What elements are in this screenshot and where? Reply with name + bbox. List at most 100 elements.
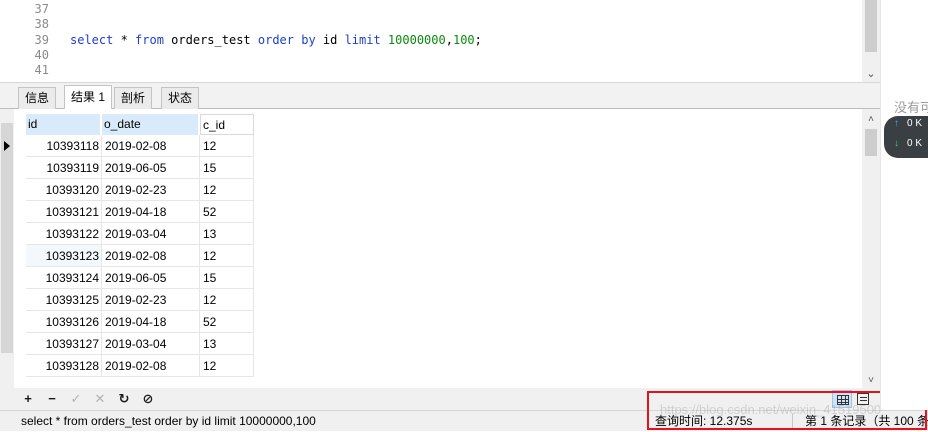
table-cell-id[interactable]: 10393123 [26, 245, 102, 267]
editor-line: 38 [0, 17, 860, 32]
row-indicator-icon [4, 141, 10, 151]
sql-editor[interactable]: 37 38 39 select * from orders_test order… [0, 0, 880, 82]
table-cell-o-date[interactable]: 2019-03-04 [102, 223, 200, 245]
side-panel: 没有可 [880, 0, 928, 410]
table-row[interactable]: 10393121 2019-04-18 52 [14, 201, 254, 223]
tab-info[interactable]: 信息 [18, 87, 57, 109]
arrow-down-icon: ↓ [894, 138, 899, 149]
table-name: orders_test [163, 33, 258, 47]
comma: , [445, 33, 453, 47]
editor-line: 39 select * from orders_test order by id… [0, 33, 860, 48]
apply-changes-button[interactable]: ✓ [67, 390, 85, 408]
table-row[interactable]: 10393120 2019-02-23 12 [14, 179, 254, 201]
line-number: 38 [34, 17, 49, 31]
table-row[interactable]: 10393124 2019-06-05 15 [14, 267, 254, 289]
grid-scrollbar[interactable]: ˄ ˅ [862, 109, 880, 388]
kw-select: select [70, 33, 114, 47]
kw-order-by: order by [257, 33, 316, 47]
limit-count: 100 [452, 33, 475, 47]
line-number: 39 [34, 33, 49, 47]
table-row[interactable]: 10393126 2019-04-18 52 [14, 311, 254, 333]
table-cell-c-id[interactable]: 12 [200, 289, 254, 311]
table-cell-id[interactable]: 10393121 [26, 201, 102, 223]
stop-button[interactable]: ⊘ [139, 390, 157, 408]
tab-result-1[interactable]: 结果 1 [64, 85, 113, 110]
table-header: id o_date c_id [14, 114, 254, 135]
kw-limit: limit [344, 33, 381, 47]
kw-from: from [135, 33, 164, 47]
chevron-down-icon[interactable]: ˅ [862, 375, 880, 386]
table-row[interactable]: 10393128 2019-02-08 12 [14, 355, 254, 377]
grid-scroll-thumb[interactable] [865, 129, 877, 156]
result-grid[interactable]: id o_date c_id 10393118 2019-02-08 12 10393… [0, 109, 880, 388]
column-header-c-id[interactable]: c_id [200, 114, 254, 135]
table-cell-id[interactable]: 10393127 [26, 333, 102, 355]
table-cell-id[interactable]: 10393119 [26, 157, 102, 179]
chevron-up-icon[interactable]: ˄ [862, 114, 880, 125]
table-cell-id[interactable]: 10393126 [26, 311, 102, 333]
table-cell-c-id[interactable]: 12 [200, 355, 254, 377]
table-cell-c-id[interactable]: 52 [200, 311, 254, 333]
result-tabbar: 信息 结果 1 剖析 状态 [0, 82, 880, 110]
line-number: 37 [34, 2, 49, 16]
table-row[interactable]: 10393125 2019-02-23 12 [14, 289, 254, 311]
tab-status[interactable]: 状态 [161, 87, 200, 109]
editor-scroll-thumb[interactable] [865, 0, 877, 52]
table-cell-c-id[interactable]: 12 [200, 135, 254, 157]
table-cell-o-date[interactable]: 2019-03-04 [102, 333, 200, 355]
limit-offset: 10000000 [380, 33, 446, 47]
arrow-up-icon: ↑ [894, 118, 899, 129]
column-header-id[interactable]: id [26, 114, 100, 135]
table-row[interactable]: 10393127 2019-03-04 13 [14, 333, 254, 355]
star: * [113, 33, 136, 47]
table-cell-c-id[interactable]: 15 [200, 267, 254, 289]
sql-statement[interactable]: select * from orders_test order by id li… [70, 33, 482, 48]
editor-line: 40 [0, 48, 860, 63]
delete-record-button[interactable]: − [43, 390, 61, 408]
table-row[interactable]: 10393118 2019-02-08 12 [4, 135, 254, 157]
table-cell-o-date[interactable]: 2019-04-18 [102, 311, 200, 333]
discard-changes-button[interactable]: ✕ [91, 390, 109, 408]
download-value: 0 K [907, 138, 923, 149]
table-cell-o-date[interactable]: 2019-02-08 [102, 245, 200, 267]
side-peek-text: 没有可 [894, 100, 928, 115]
table-cell-c-id[interactable]: 12 [200, 179, 254, 201]
upload-value: 0 K [907, 118, 923, 129]
status-sql: select * from orders_test order by id li… [21, 414, 316, 428]
refresh-button[interactable]: ↻ [115, 390, 133, 408]
table-cell-id[interactable]: 10393118 [26, 135, 102, 157]
table-cell-o-date[interactable]: 2019-02-23 [102, 179, 200, 201]
download-speed: ↓ 0 K [894, 138, 922, 149]
editor-line: 37 [0, 2, 860, 17]
table-cell-id[interactable]: 10393128 [26, 355, 102, 377]
table-cell-id[interactable]: 10393120 [26, 179, 102, 201]
table-cell-id[interactable]: 10393125 [26, 289, 102, 311]
add-record-button[interactable]: + [19, 390, 37, 408]
table-cell-o-date[interactable]: 2019-06-05 [102, 267, 200, 289]
grid-left-scroll-thumb[interactable] [1, 123, 13, 353]
upload-speed: ↑ 0 K [894, 118, 922, 129]
table-cell-c-id[interactable]: 15 [200, 157, 254, 179]
table-cell-id[interactable]: 10393122 [26, 223, 102, 245]
table-cell-c-id[interactable]: 52 [200, 201, 254, 223]
table-cell-o-date[interactable]: 2019-04-18 [102, 201, 200, 223]
table-cell-c-id[interactable]: 13 [200, 333, 254, 355]
table-cell-o-date[interactable]: 2019-02-08 [102, 355, 200, 377]
table-cell-o-date[interactable]: 2019-02-08 [102, 135, 200, 157]
table-cell-c-id[interactable]: 12 [200, 245, 254, 267]
table-cell-id[interactable]: 10393124 [26, 267, 102, 289]
editor-scrollbar[interactable]: ⌄ [862, 0, 880, 82]
table-cell-o-date[interactable]: 2019-06-05 [102, 157, 200, 179]
table-row[interactable]: 10393122 2019-03-04 13 [14, 223, 254, 245]
tab-profile[interactable]: 剖析 [114, 87, 153, 109]
table-cell-o-date[interactable]: 2019-02-23 [102, 289, 200, 311]
line-number: 40 [34, 48, 49, 62]
chevron-down-icon[interactable]: ⌄ [862, 67, 880, 80]
semicolon: ; [474, 33, 482, 47]
network-speed-widget[interactable]: ↑ 0 K ↓ 0 K [884, 116, 928, 158]
editor-line: 41 [0, 63, 860, 78]
table-row[interactable]: 10393119 2019-06-05 15 [14, 157, 254, 179]
table-cell-c-id[interactable]: 13 [200, 223, 254, 245]
column-header-o-date[interactable]: o_date [102, 114, 198, 135]
table-row[interactable]: 10393123 2019-02-08 12 [14, 245, 254, 267]
